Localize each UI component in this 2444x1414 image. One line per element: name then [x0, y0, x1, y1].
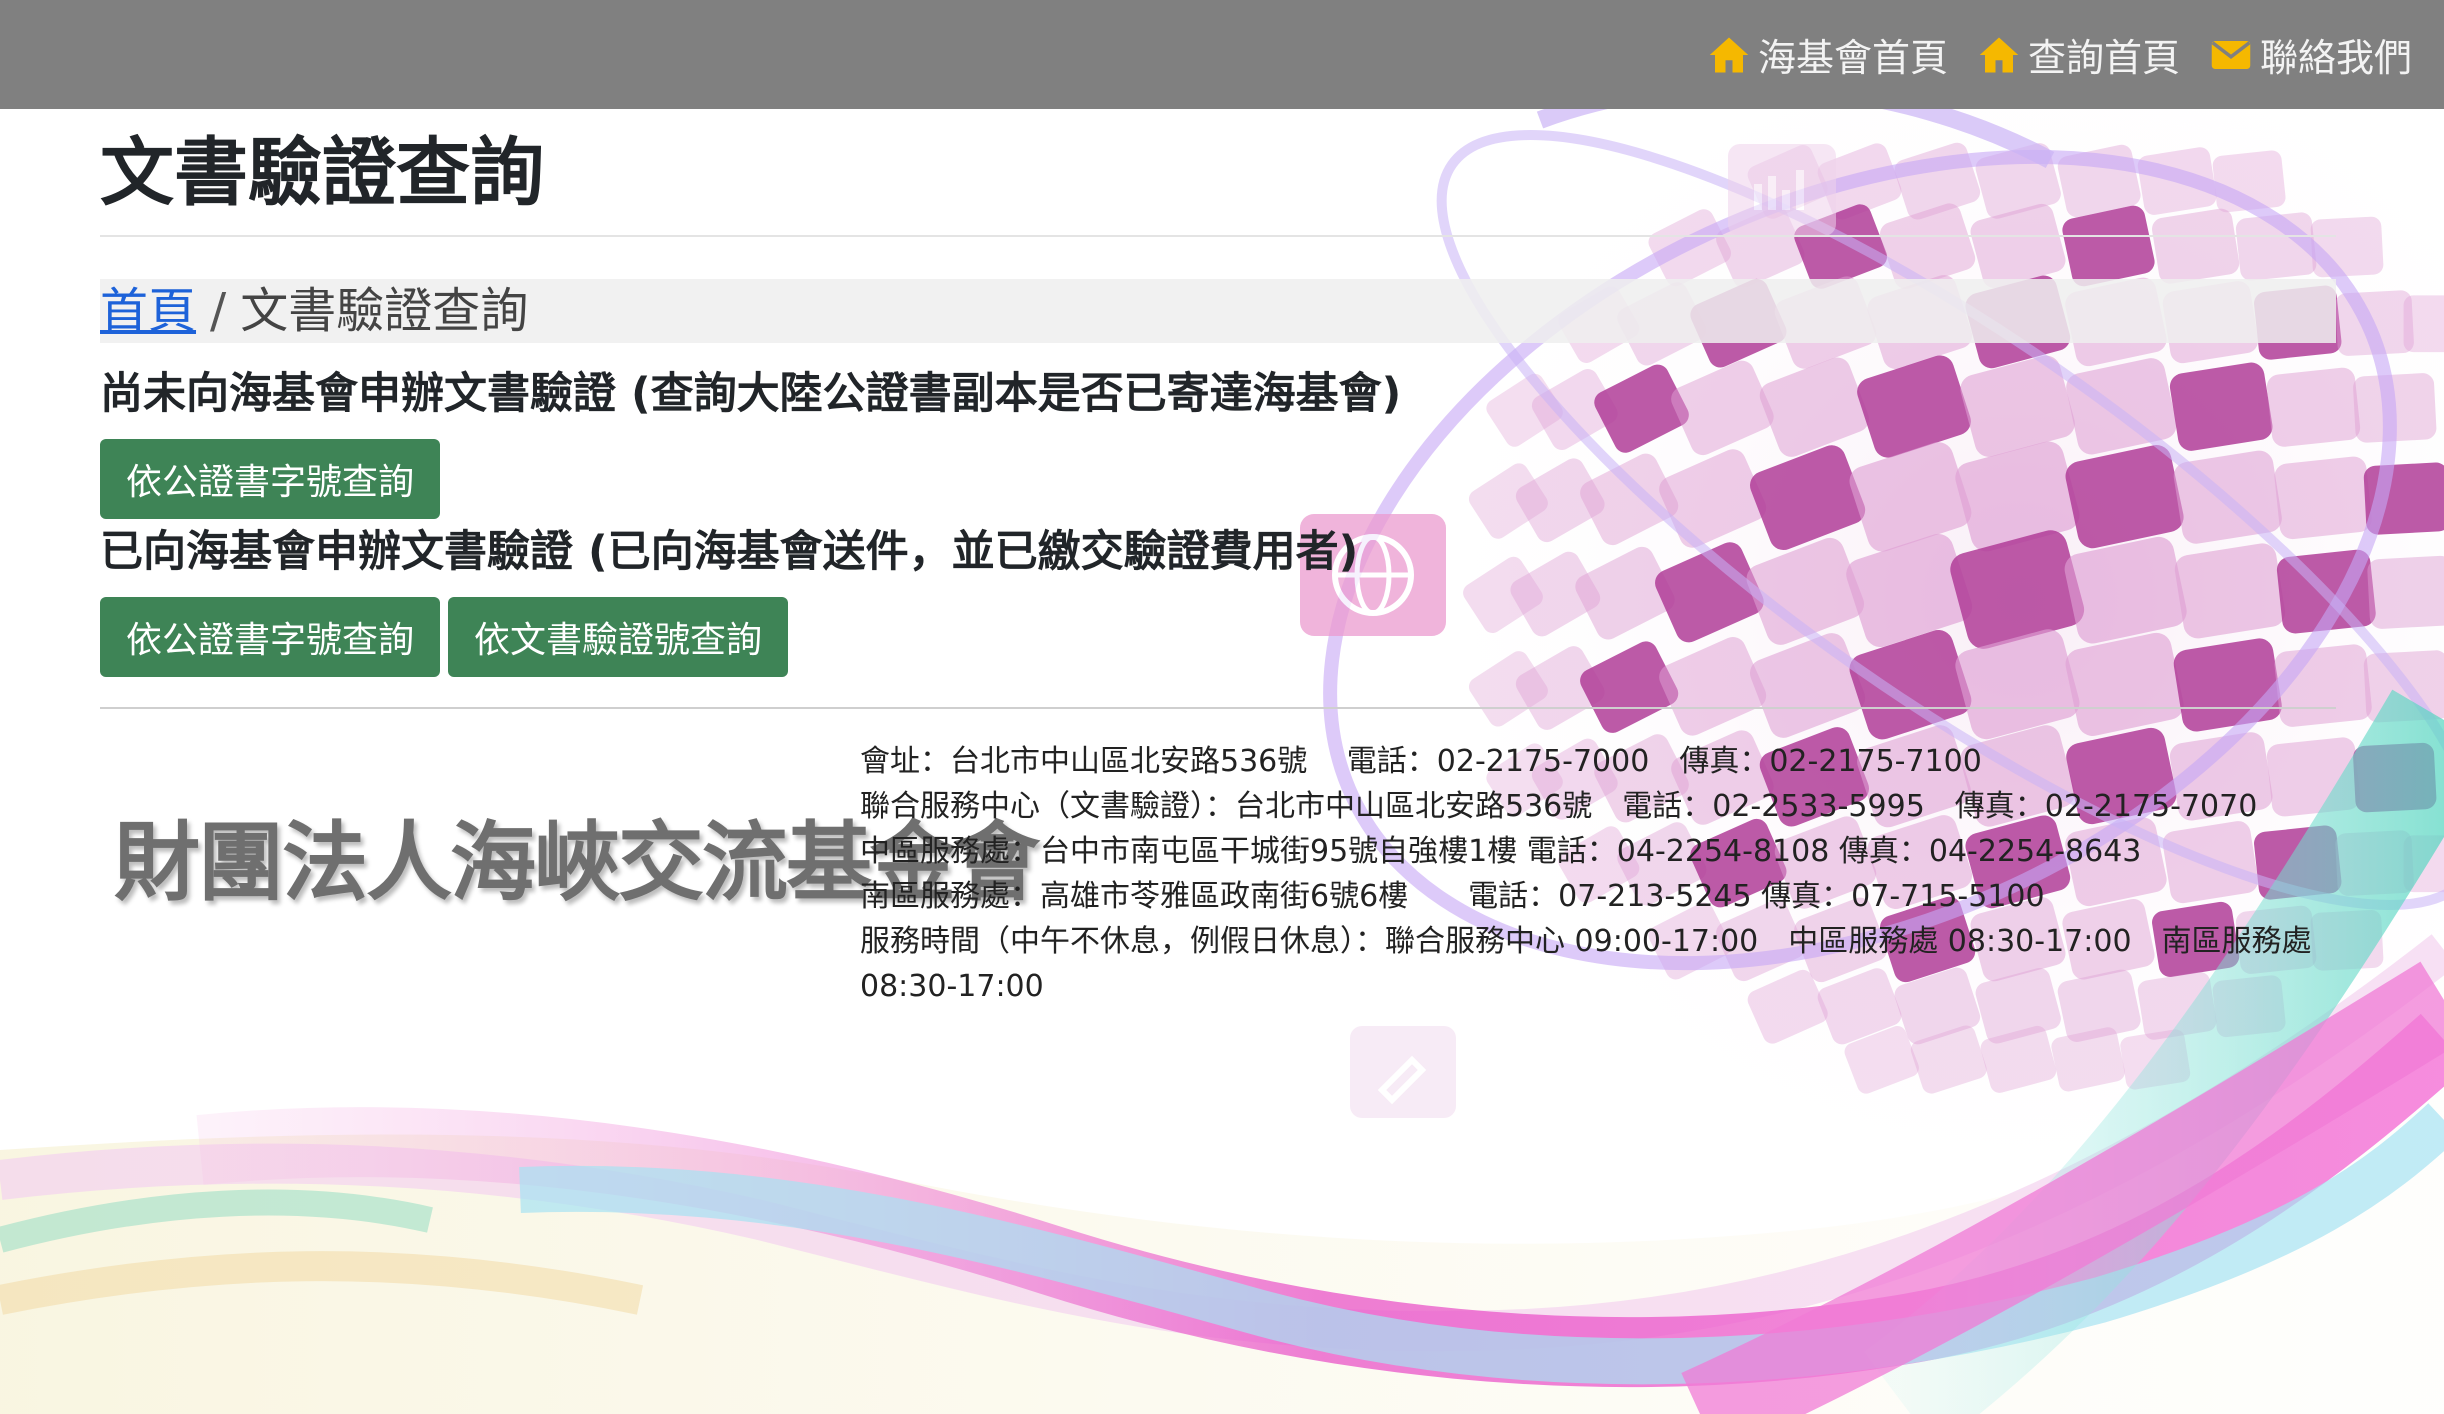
footer-divider: [100, 707, 2336, 709]
query-by-notary-number-button[interactable]: 依公證書字號查詢: [100, 439, 441, 519]
nav-query-home-link[interactable]: 查詢首頁: [1978, 27, 2180, 82]
breadcrumb: 首頁 / 文書驗證查詢: [100, 279, 2336, 343]
main-content: 文書驗證查詢 首頁 / 文書驗證查詢 尚未向海基會申辦文書驗證 (查詢大陸公證書…: [100, 109, 2336, 1009]
section-applied-heading: 已向海基會申辦文書驗證 (已向海基會送件，並已繳交驗證費用者): [100, 527, 1359, 577]
breadcrumb-current: 文書驗證查詢: [240, 283, 529, 339]
info-service-hours: 服務時間（中午不休息，例假日休息）：聯合服務中心 09:00-17:00 中區服…: [860, 924, 2312, 1004]
contact-info: 會址：台北市中山區北安路536號 電話：02-2175-7000 傳真：02-2…: [860, 739, 2336, 1009]
nav-sef-home-label: 海基會首頁: [1757, 36, 1948, 80]
nav-contact-link[interactable]: 聯絡我們: [2210, 27, 2412, 82]
page-title: 文書驗證查詢: [100, 130, 544, 216]
info-headquarters: 會址：台北市中山區北安路536號 電話：02-2175-7000 傳真：02-2…: [860, 744, 1982, 779]
query-by-verification-number-button[interactable]: 依文書驗證號查詢: [448, 597, 789, 677]
title-divider: [100, 235, 2336, 237]
info-service-center: 聯合服務中心（文書驗證）：台北市中山區北安路536號 電話：02-2533-59…: [860, 789, 2258, 824]
page: 海基會首頁 查詢首頁 聯絡我們 文書驗證查詢 首頁 / 文書驗證查詢 尚未向海基…: [0, 0, 2444, 1414]
envelope-icon: [2211, 40, 2251, 69]
section-applied-buttons: 依公證書字號查詢 依文書驗證號查詢: [100, 597, 2336, 677]
section-not-applied-heading: 尚未向海基會申辦文書驗證 (查詢大陸公證書副本是否已寄達海基會): [100, 369, 1402, 419]
nav-query-home-label: 查詢首頁: [2027, 36, 2180, 80]
home-icon: [1709, 37, 1749, 72]
top-nav-bar: 海基會首頁 查詢首頁 聯絡我們: [0, 0, 2444, 109]
info-southern-office: 南區服務處：高雄市苓雅區政南街6號6樓 電話：07-213-5245 傳真：07…: [860, 879, 2045, 914]
breadcrumb-separator: /: [210, 283, 227, 339]
nav-sef-home-link[interactable]: 海基會首頁: [1708, 27, 1948, 82]
breadcrumb-home-link[interactable]: 首頁: [100, 279, 196, 343]
section-not-applied-buttons: 依公證書字號查詢: [100, 439, 2336, 519]
footer: 財團法人海峽交流基金會 會址：台北市中山區北安路536號 電話：02-2175-…: [100, 739, 2336, 1009]
sef-logo: 財團法人海峽交流基金會: [100, 739, 1040, 969]
applied-query-by-notary-number-button[interactable]: 依公證書字號查詢: [100, 597, 441, 677]
home-icon: [1979, 37, 2019, 72]
info-central-office: 中區服務處：台中市南屯區干城街95號自強樓1樓 電話：04-2254-8108 …: [860, 834, 2142, 869]
nav-contact-label: 聯絡我們: [2259, 36, 2412, 80]
